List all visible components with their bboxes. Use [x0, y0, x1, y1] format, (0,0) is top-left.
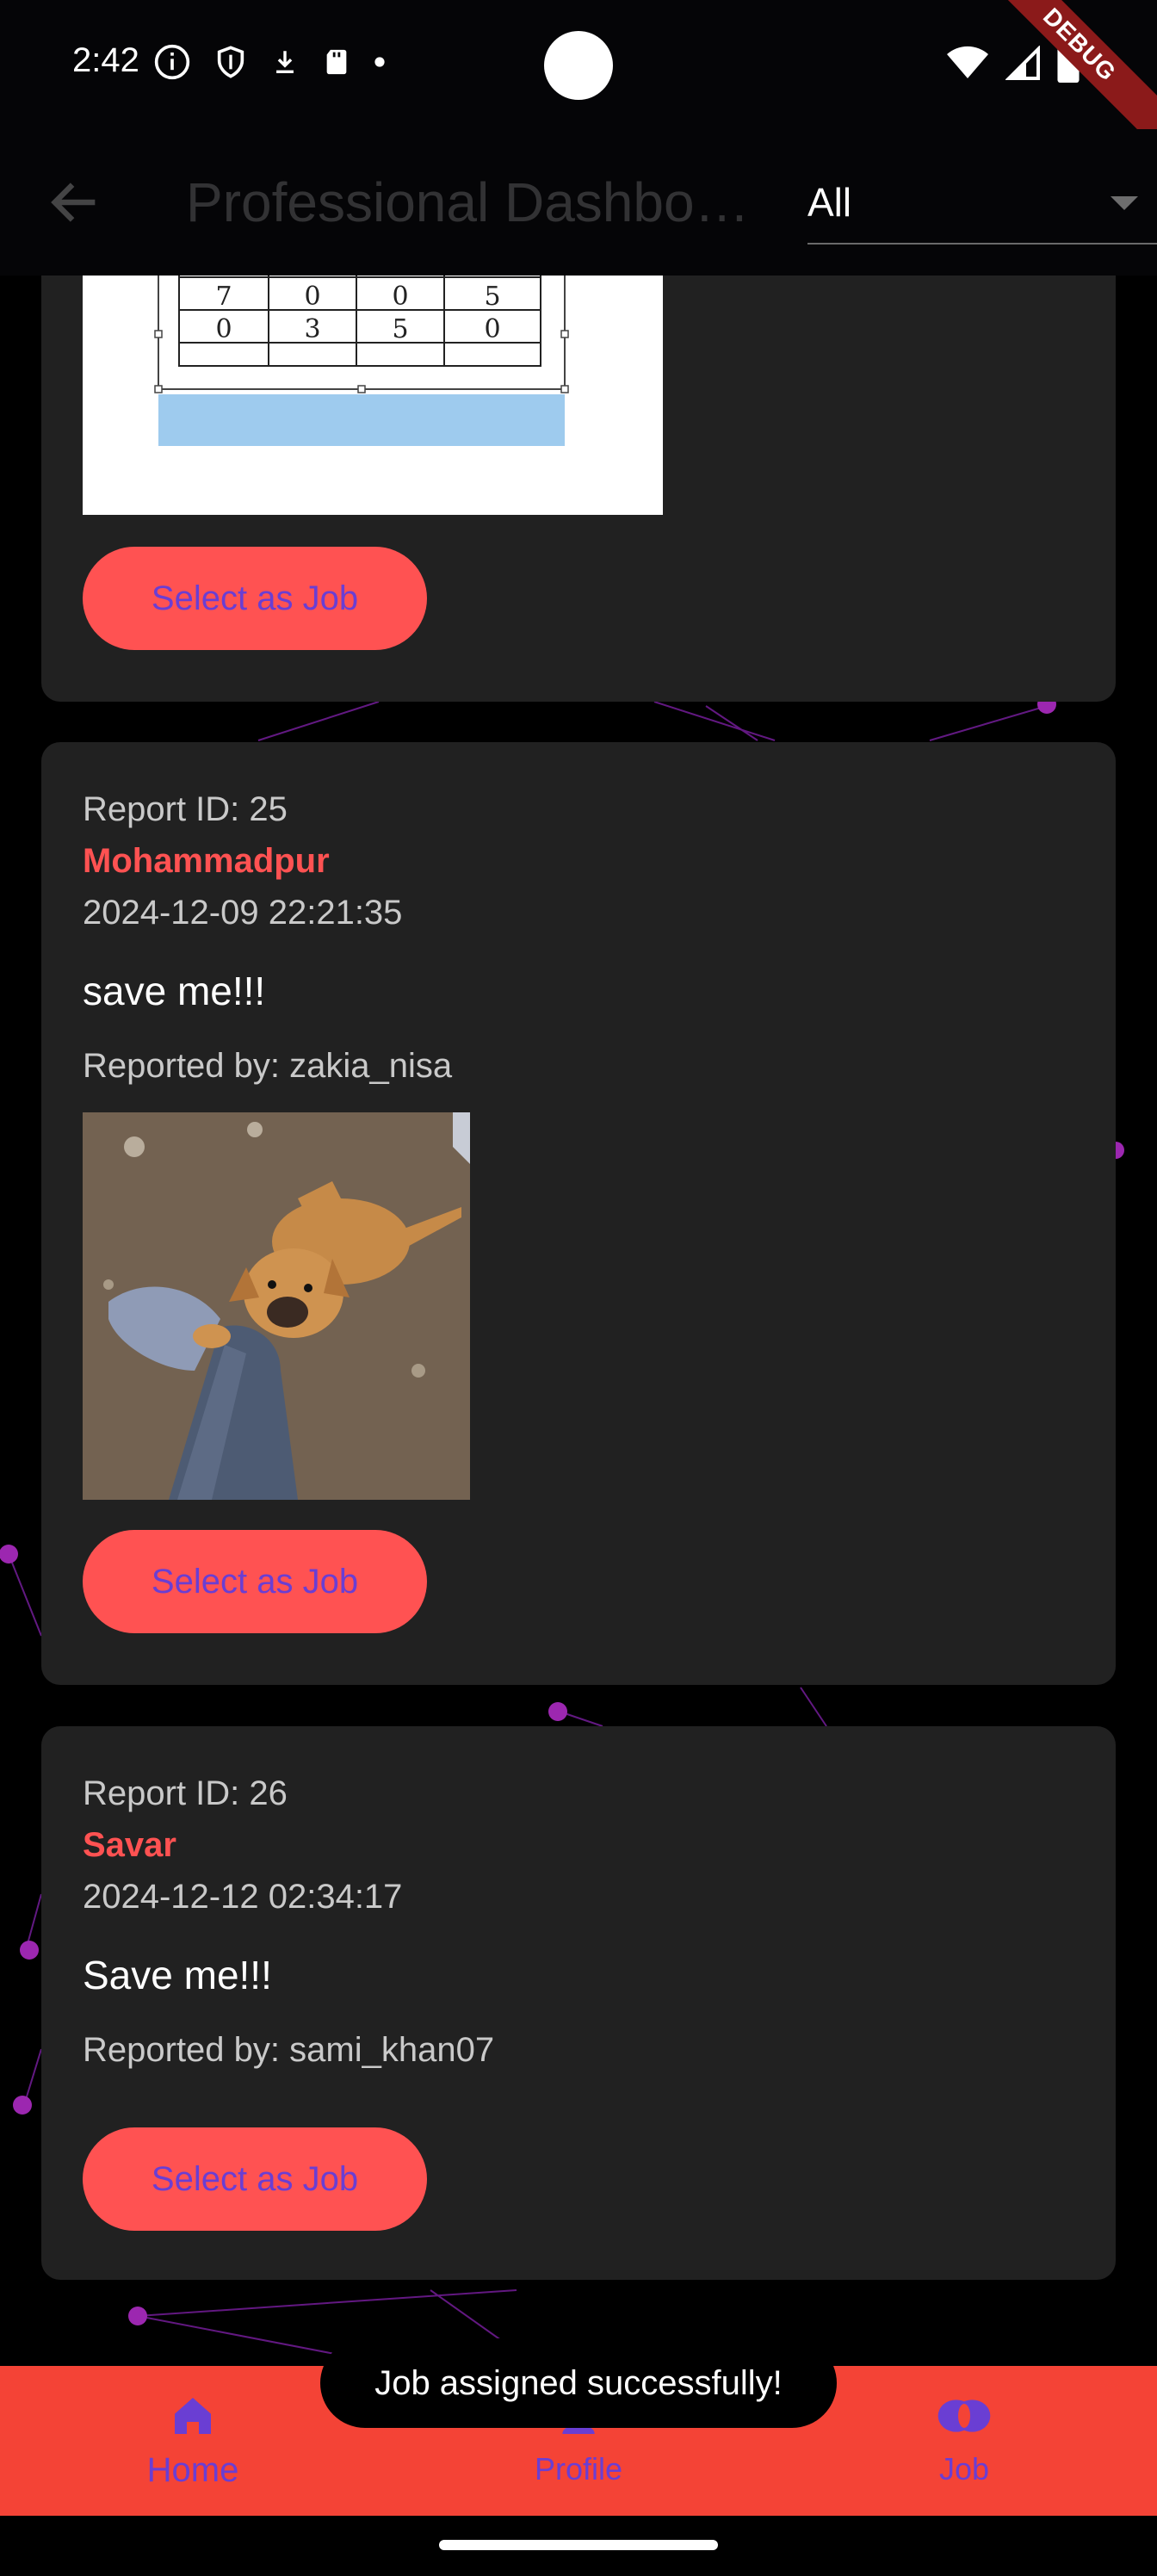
- gesture-navigation-area: [0, 2516, 1157, 2576]
- shield-icon: [217, 46, 244, 78]
- report-card: Report ID: 26 Savar 2024-12-12 02:34:17 …: [41, 1726, 1116, 2280]
- home-gesture-handle[interactable]: [439, 2540, 718, 2550]
- snackbar-message: Job assigned successfully!: [320, 2338, 837, 2428]
- report-card: Report ID: 25 Mohammadpur 2024-12-09 22:…: [41, 742, 1116, 1685]
- reported-by: Reported by: sami_khan07: [83, 2031, 495, 2069]
- back-arrow-icon[interactable]: [45, 172, 105, 232]
- nav-item-home[interactable]: Home: [107, 2392, 279, 2490]
- wifi-icon: [947, 46, 988, 78]
- report-description: save me!!!: [83, 969, 266, 1013]
- signal-icon: [1005, 46, 1040, 80]
- matrix-cell: 0: [484, 314, 500, 344]
- filter-selected-value: All: [807, 180, 852, 225]
- matrix-cell: 5: [484, 282, 500, 312]
- app-bar: Professional Dashbo… All: [0, 129, 1157, 276]
- report-location: Savar: [83, 1826, 176, 1864]
- nav-label-job: Job: [938, 2451, 990, 2486]
- page-title: Professional Dashbo…: [186, 171, 750, 233]
- status-icons-left: [153, 43, 386, 81]
- home-icon: [175, 2398, 211, 2434]
- sd-card-icon: [326, 49, 347, 75]
- reported-by: Reported by: zakia_nisa: [83, 1047, 453, 1085]
- job-icon: [937, 2400, 991, 2432]
- matrix-cell: 0: [304, 282, 320, 312]
- report-description: Save me!!!: [83, 1953, 272, 1997]
- camera-cutout: [544, 31, 613, 100]
- download-icon: [276, 51, 294, 74]
- matrix-cell: 0: [392, 282, 408, 312]
- report-card: 0 2 7 0 2 0 0 3 7 0 0 5 0 3 5 0: [41, 224, 1116, 702]
- status-time: 2:42: [72, 41, 139, 79]
- matrix-cell: 5: [392, 314, 408, 344]
- caret-down-icon: [1111, 196, 1138, 210]
- nav-label-profile: Profile: [534, 2451, 623, 2486]
- matrix-cell: 7: [215, 282, 232, 312]
- status-bar: 2:42 DEBUG: [0, 0, 1157, 150]
- select-as-job-button[interactable]: Select as Job: [83, 1530, 427, 1633]
- report-datetime: 2024-12-09 22:21:35: [83, 894, 403, 932]
- report-datetime: 2024-12-12 02:34:17: [83, 1878, 403, 1916]
- report-id: Report ID: 26: [83, 1774, 288, 1812]
- matrix-cell: 0: [215, 314, 232, 344]
- select-as-job-button[interactable]: Select as Job: [83, 2127, 427, 2231]
- select-as-job-button[interactable]: Select as Job: [83, 547, 427, 650]
- matrix-cell: 3: [304, 314, 320, 344]
- info-icon: [154, 44, 190, 80]
- filter-dropdown[interactable]: All: [807, 164, 1157, 245]
- dog-photo-image: [83, 1112, 470, 1500]
- dot-icon: [374, 57, 385, 67]
- nav-label-home: Home: [146, 2451, 239, 2489]
- report-id: Report ID: 25: [83, 790, 288, 828]
- report-location: Mohammadpur: [83, 842, 330, 880]
- report-photo: [83, 1112, 470, 1500]
- nav-item-job[interactable]: Job: [878, 2392, 1050, 2487]
